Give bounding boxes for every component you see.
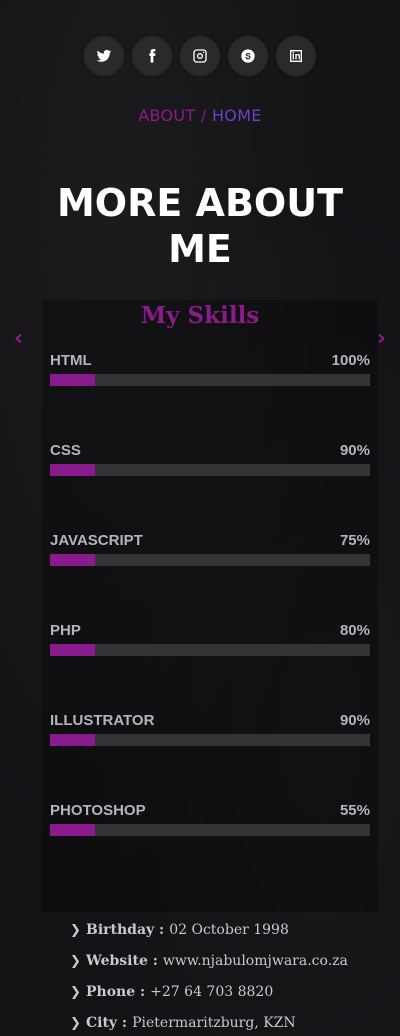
skill-progress-fill xyxy=(50,464,95,476)
linkedin-icon xyxy=(290,50,302,62)
skill-progress-track xyxy=(50,644,370,656)
info-label: Phone : xyxy=(86,984,146,1000)
skills-heading: My Skills xyxy=(140,302,260,329)
skill-progress-track xyxy=(50,734,370,746)
skill-javascript: JAVASCRIPT 75% xyxy=(50,532,370,566)
chevron-right-icon: ❯ xyxy=(70,922,81,938)
instagram-icon xyxy=(193,49,207,63)
info-label: Birthday : xyxy=(86,922,165,938)
skill-progress-track xyxy=(50,824,370,836)
info-city: ❯ City : Pietermaritzburg, KZN xyxy=(70,1015,390,1031)
skill-progress-fill xyxy=(50,644,95,656)
skill-percent: 80% xyxy=(339,622,370,639)
skill-progress-fill xyxy=(50,824,95,836)
breadcrumb-home-link[interactable]: HOME xyxy=(212,106,262,125)
info-value: 02 October 1998 xyxy=(169,922,289,938)
info-phone: ❯ Phone : +27 64 703 8820 xyxy=(70,984,390,1000)
skill-name: PHOTOSHOP xyxy=(50,802,146,819)
skill-percent: 90% xyxy=(339,712,370,729)
info-birthday: ❯ Birthday : 02 October 1998 xyxy=(70,922,390,938)
skype-icon xyxy=(241,49,255,63)
skill-percent: 90% xyxy=(339,442,370,459)
skill-progress-track xyxy=(50,554,370,566)
skill-html: HTML 100% xyxy=(50,352,370,386)
skill-percent: 75% xyxy=(339,532,370,549)
skill-progress-fill xyxy=(50,734,95,746)
facebook-button[interactable] xyxy=(132,36,172,76)
twitter-icon xyxy=(96,49,112,62)
skill-name: PHP xyxy=(50,622,81,639)
info-label: Website : xyxy=(86,953,158,969)
info-value: Pietermaritzburg, KZN xyxy=(132,1015,296,1031)
instagram-button[interactable] xyxy=(180,36,220,76)
info-website: ❯ Website : www.njabulomjwara.co.za xyxy=(70,953,390,969)
skill-percent: 100% xyxy=(331,352,370,369)
breadcrumb-current: ABOUT xyxy=(138,106,196,125)
skill-name: CSS xyxy=(50,442,81,459)
linkedin-button[interactable] xyxy=(276,36,316,76)
breadcrumb-separator: / xyxy=(195,106,212,125)
skill-percent: 55% xyxy=(339,802,370,819)
twitter-button[interactable] xyxy=(84,36,124,76)
social-links xyxy=(0,36,400,76)
skill-name: ILLUSTRATOR xyxy=(50,712,155,729)
skill-illustrator: ILLUSTRATOR 90% xyxy=(50,712,370,746)
carousel-next-arrow[interactable]: › xyxy=(377,326,386,351)
chevron-right-icon: ❯ xyxy=(70,984,81,1000)
website-link[interactable]: www.njabulomjwara.co.za xyxy=(163,953,348,969)
skill-php: PHP 80% xyxy=(50,622,370,656)
page-title: MORE ABOUT ME xyxy=(56,181,344,271)
carousel-prev-arrow[interactable]: ‹ xyxy=(14,326,23,351)
skill-progress-fill xyxy=(50,374,95,386)
chevron-right-icon: ❯ xyxy=(70,1015,81,1031)
info-value: +27 64 703 8820 xyxy=(150,984,274,1000)
skill-name: HTML xyxy=(50,352,92,369)
chevron-right-icon: ❯ xyxy=(70,953,81,969)
skill-css: CSS 90% xyxy=(50,442,370,476)
skill-progress-track xyxy=(50,374,370,386)
skype-button[interactable] xyxy=(228,36,268,76)
skill-progress-track xyxy=(50,464,370,476)
facebook-icon xyxy=(149,49,156,63)
breadcrumb: ABOUT / HOME xyxy=(0,106,400,125)
info-label: City : xyxy=(86,1015,128,1031)
skill-name: JAVASCRIPT xyxy=(50,532,143,549)
skill-progress-fill xyxy=(50,554,95,566)
skill-photoshop: PHOTOSHOP 55% xyxy=(50,802,370,836)
